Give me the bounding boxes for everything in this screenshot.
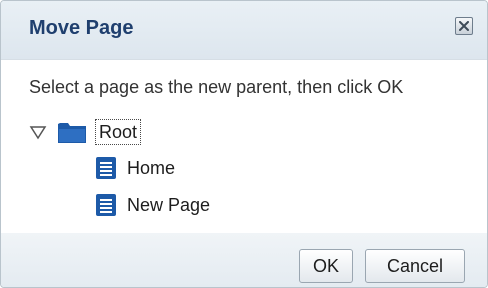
tree-node-home[interactable]: Home	[127, 157, 175, 179]
dialog-title: Move Page	[29, 17, 134, 39]
expand-triangle-icon[interactable]	[29, 123, 47, 141]
page-icon	[96, 194, 116, 216]
cancel-button[interactable]: Cancel	[365, 249, 465, 283]
instructions-text: Select a page as the new parent, then cl…	[29, 77, 404, 97]
tree-node-root[interactable]: Root	[95, 119, 142, 145]
folder-icon	[58, 123, 86, 143]
page-icon	[96, 157, 116, 179]
tree-node-new-page[interactable]: New Page	[127, 194, 210, 216]
ok-button[interactable]: OK	[299, 249, 353, 283]
close-icon[interactable]	[455, 17, 473, 35]
move-page-dialog: Move Page Select a page as the new paren…	[0, 0, 488, 288]
dialog-titlebar: Move Page	[1, 1, 487, 60]
